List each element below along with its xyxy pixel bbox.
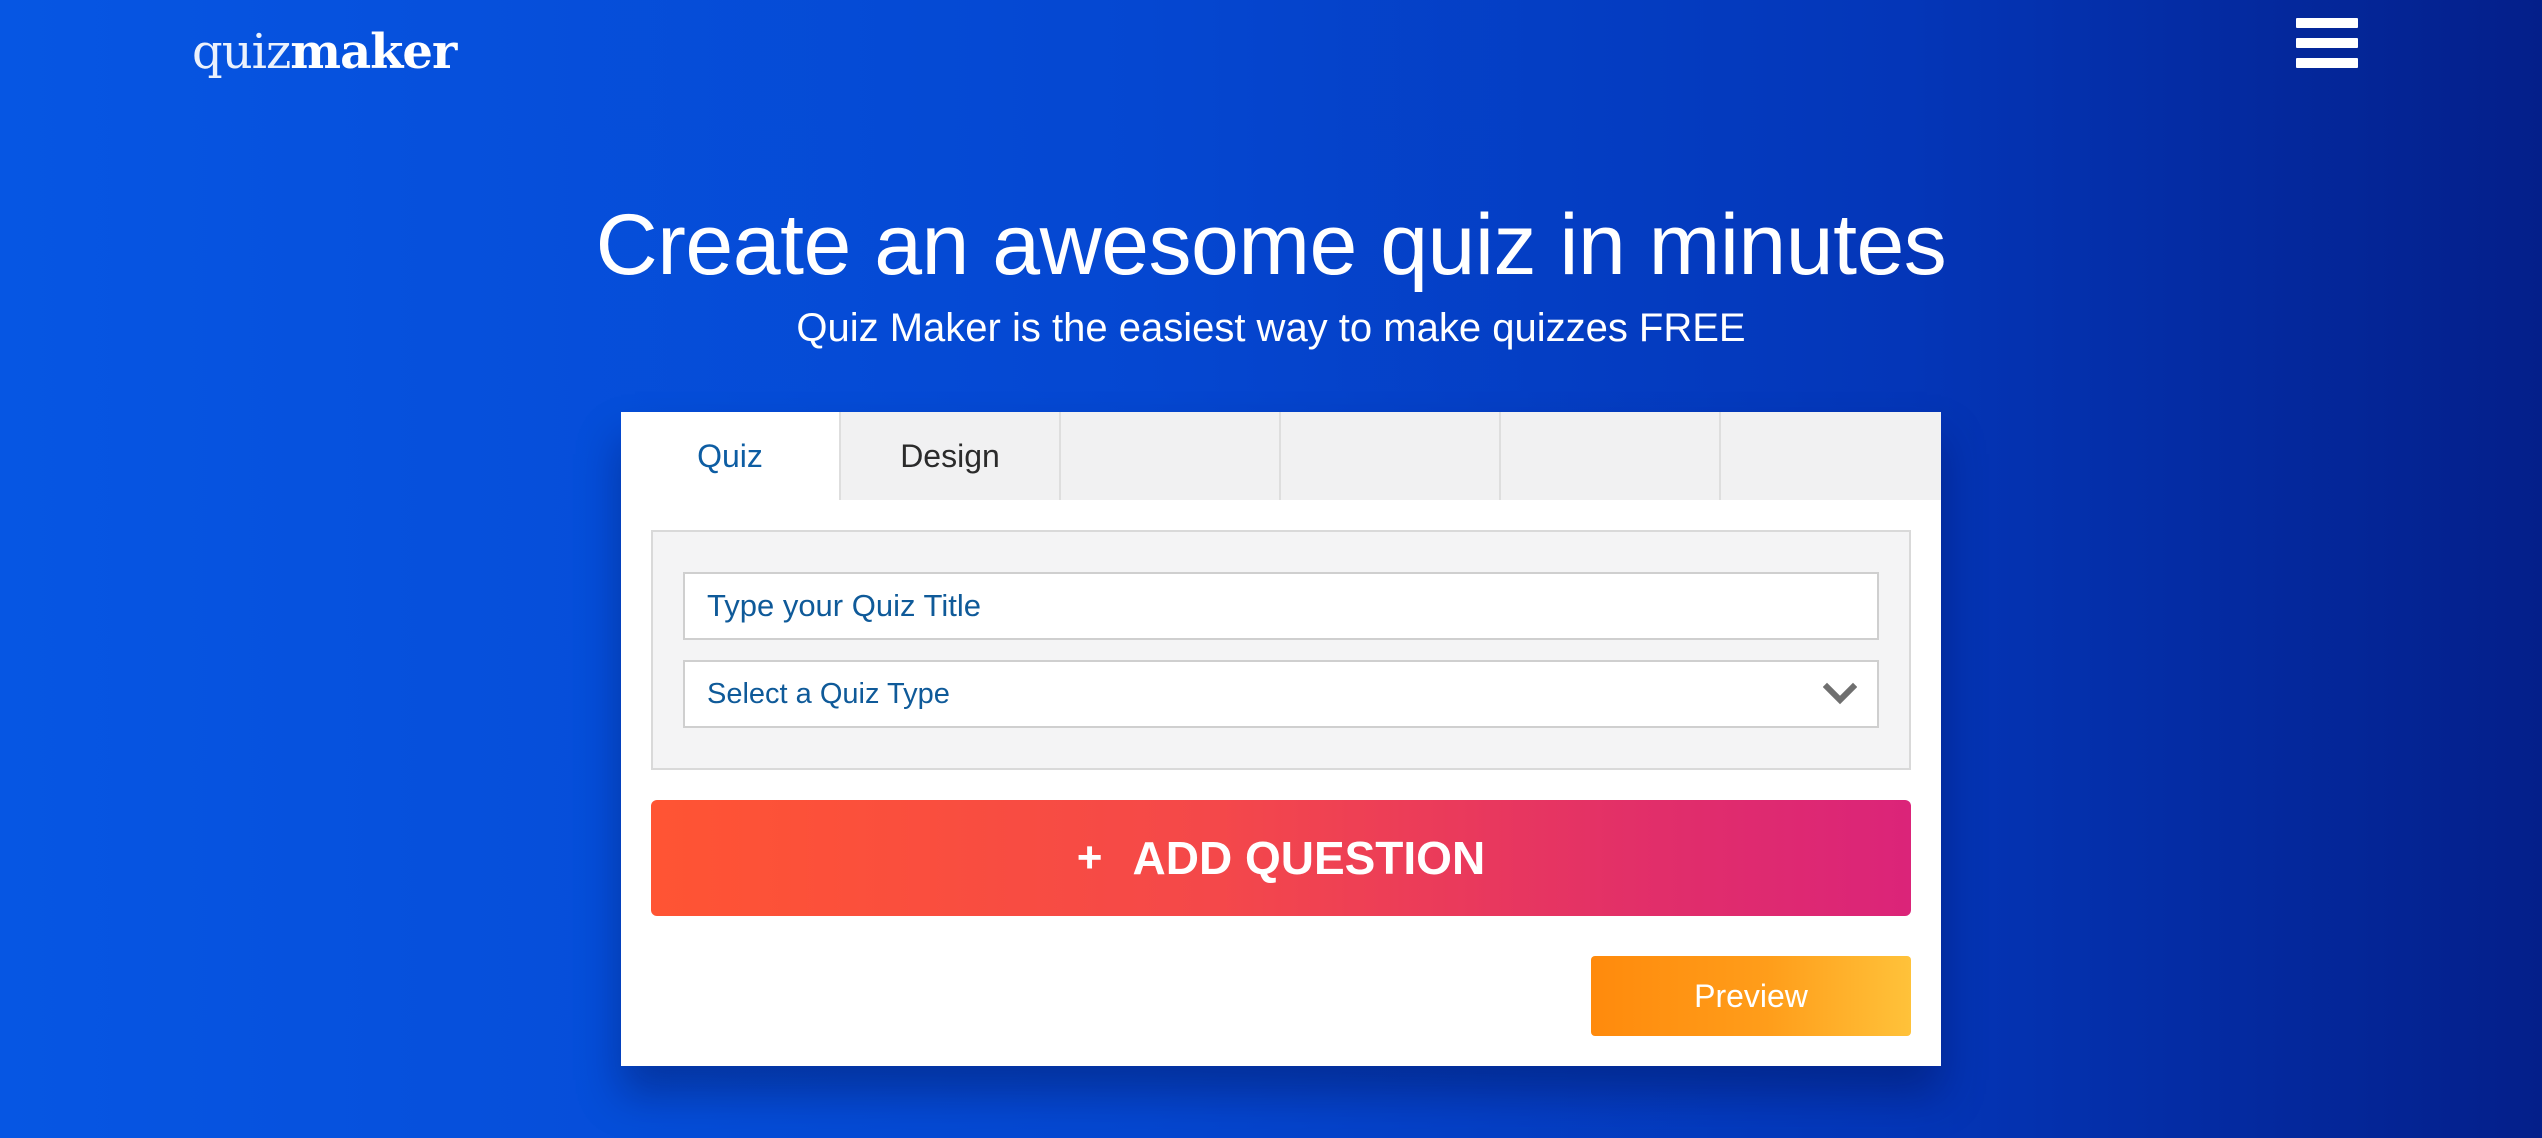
quizmaker-logo[interactable]: quizmaker xyxy=(192,22,457,82)
quiz-builder-card: Quiz Design Type your Quiz Title Select … xyxy=(621,412,1941,1066)
add-question-label: ADD QUESTION xyxy=(1132,832,1486,884)
tab-empty-4[interactable] xyxy=(1281,412,1501,500)
preview-label: Preview xyxy=(1694,977,1808,1014)
menu-bar-middle xyxy=(2296,38,2358,48)
hero-title: Create an awesome quiz in minutes xyxy=(595,197,1947,293)
plus-icon: + xyxy=(1076,833,1103,882)
tab-empty-3[interactable] xyxy=(1061,412,1281,500)
quiz-title-input[interactable]: Type your Quiz Title xyxy=(683,572,1879,640)
quiz-type-selected-value: Select a Quiz Type xyxy=(707,678,950,710)
menu-bar-bottom xyxy=(2296,58,2358,68)
logo-text-maker: maker xyxy=(290,24,457,80)
tab-design[interactable]: Design xyxy=(841,412,1061,500)
tab-empty-5[interactable] xyxy=(1501,412,1721,500)
logo-text-quiz: quiz xyxy=(192,24,291,80)
builder-tabs: Quiz Design xyxy=(621,412,1941,500)
preview-button[interactable]: Preview xyxy=(1591,956,1911,1036)
hamburger-menu-icon[interactable] xyxy=(2296,18,2358,70)
quiz-details-panel: Type your Quiz Title Select a Quiz Type xyxy=(651,530,1911,770)
menu-bar-top xyxy=(2296,18,2358,28)
quiz-type-select[interactable]: Select a Quiz Type xyxy=(683,660,1879,728)
add-question-button[interactable]: + ADD QUESTION xyxy=(651,800,1911,916)
tab-quiz[interactable]: Quiz xyxy=(621,412,841,500)
chevron-down-icon xyxy=(1823,682,1857,705)
tab-empty-6[interactable] xyxy=(1721,412,1941,500)
hero-subtitle: Quiz Maker is the easiest way to make qu… xyxy=(796,306,1746,350)
